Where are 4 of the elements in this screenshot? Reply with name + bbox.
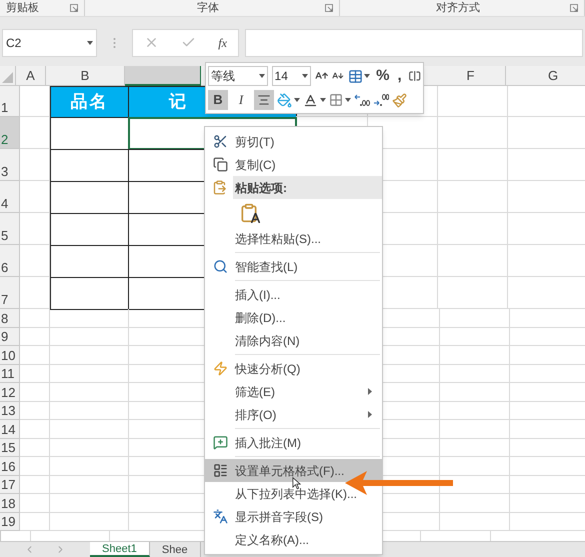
ribbon-group-label: 字体 (197, 0, 219, 16)
ribbon-group-label: 剪贴板 (6, 0, 39, 16)
menu-section-header: 粘贴选项: (233, 176, 382, 199)
ribbon-group-label: 对齐方式 (436, 0, 480, 16)
